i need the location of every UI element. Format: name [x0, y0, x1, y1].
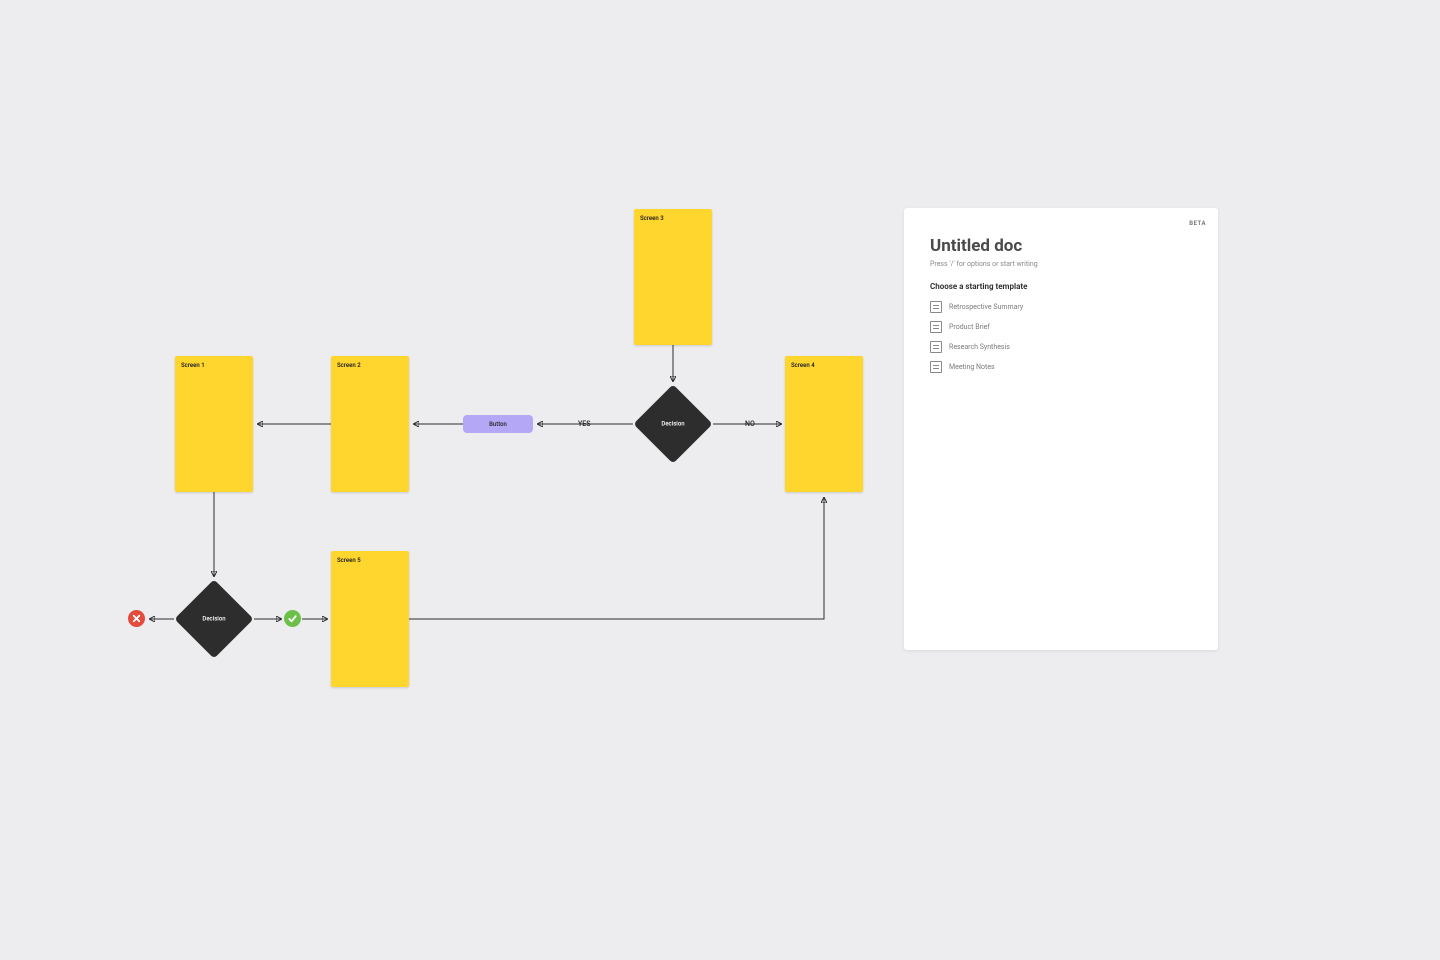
edge-label-yes: YES [578, 420, 590, 428]
decision-top[interactable]: Decision [633, 384, 713, 464]
pass-icon [284, 610, 301, 627]
template-icon [930, 341, 942, 353]
screen-1[interactable]: Screen 1 [175, 356, 253, 492]
template-item[interactable]: Meeting Notes [930, 361, 1192, 373]
template-label: Research Synthesis [949, 343, 1010, 351]
button-node-label: Button [489, 421, 507, 428]
template-icon [930, 301, 942, 313]
screen-5-label: Screen 5 [337, 557, 361, 564]
template-icon [930, 361, 942, 373]
screen-4-label: Screen 4 [791, 362, 815, 369]
edge-label-no: NO [745, 420, 755, 428]
beta-badge: BETA [1189, 220, 1206, 227]
screen-1-label: Screen 1 [181, 362, 205, 369]
screen-2[interactable]: Screen 2 [331, 356, 409, 492]
templates-heading: Choose a starting template [930, 282, 1192, 291]
template-item[interactable]: Retrospective Summary [930, 301, 1192, 313]
doc-title[interactable]: Untitled doc [930, 236, 1192, 256]
template-item[interactable]: Research Synthesis [930, 341, 1192, 353]
fail-icon [128, 610, 145, 627]
canvas[interactable]: Screen 1 Screen 2 Screen 3 Screen 4 Scre… [0, 0, 1440, 960]
button-node[interactable]: Button [463, 415, 533, 433]
template-item[interactable]: Product Brief [930, 321, 1192, 333]
decision-bottom[interactable]: Decision [174, 579, 254, 659]
decision-top-label: Decision [661, 421, 684, 428]
decision-bottom-label: Decision [202, 616, 225, 623]
template-icon [930, 321, 942, 333]
template-label: Retrospective Summary [949, 303, 1023, 311]
doc-panel[interactable]: BETA Untitled doc Press '/' for options … [904, 208, 1218, 650]
doc-hint: Press '/' for options or start writing [930, 260, 1192, 268]
screen-4[interactable]: Screen 4 [785, 356, 863, 492]
screen-2-label: Screen 2 [337, 362, 361, 369]
template-label: Meeting Notes [949, 363, 995, 371]
screen-5[interactable]: Screen 5 [331, 551, 409, 687]
template-list: Retrospective Summary Product Brief Rese… [930, 301, 1192, 373]
screen-3-label: Screen 3 [640, 215, 664, 222]
screen-3[interactable]: Screen 3 [634, 209, 712, 345]
template-label: Product Brief [949, 323, 990, 331]
